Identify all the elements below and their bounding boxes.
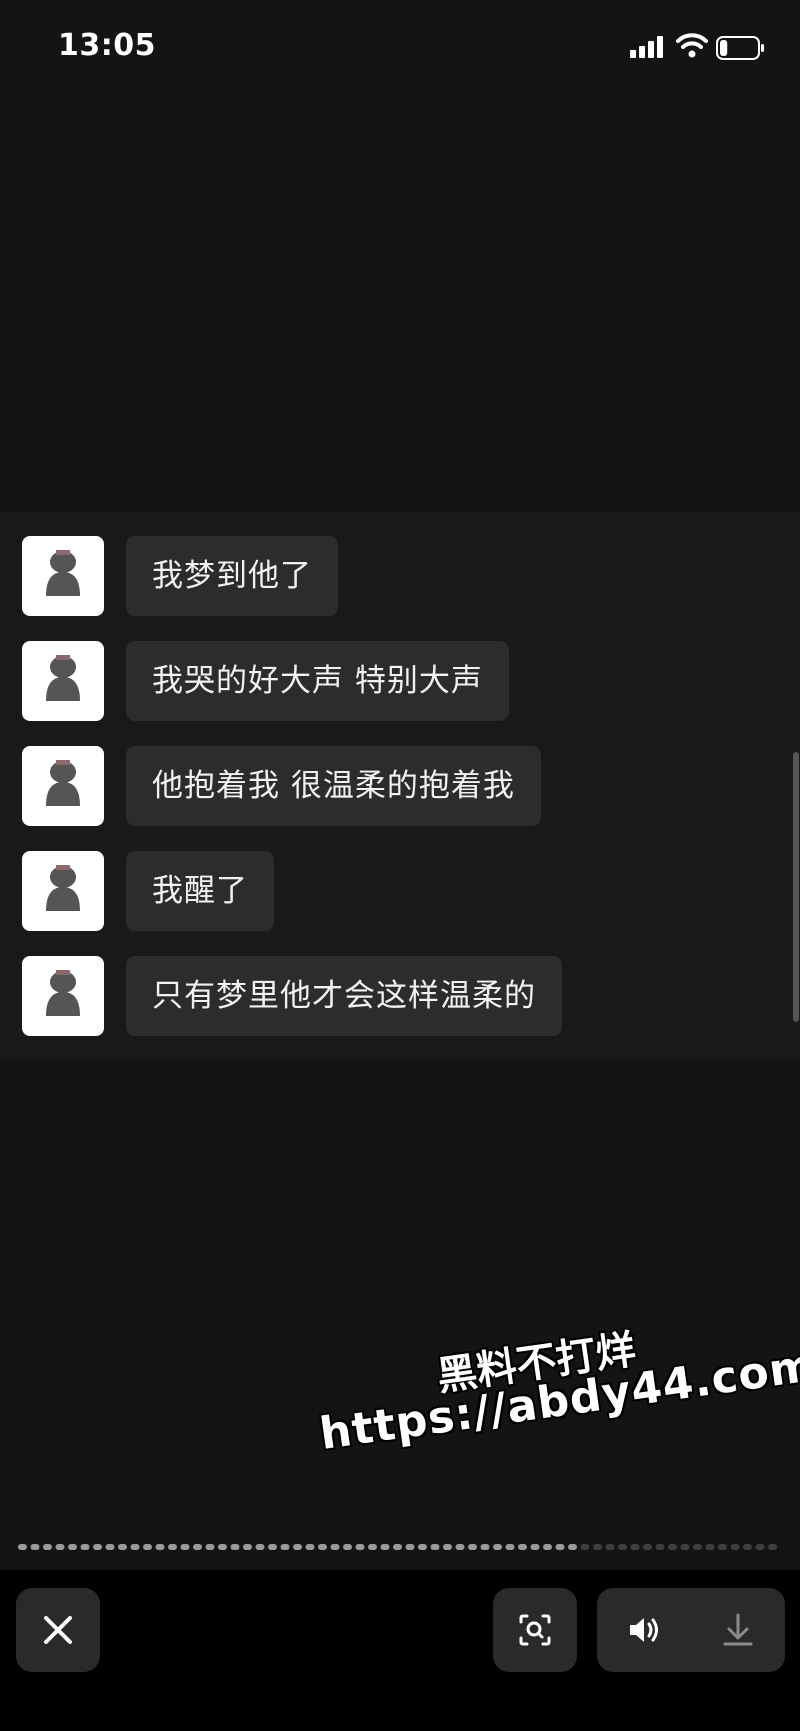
progress-segment-played [518, 1544, 527, 1550]
progress-segment-played [368, 1544, 377, 1550]
progress-segment-played [430, 1544, 440, 1550]
message-bubble: 他抱着我 很温柔的抱着我 [126, 746, 541, 826]
avatar-icon [22, 746, 104, 826]
progress-segment-played [230, 1544, 240, 1550]
close-button[interactable] [16, 1588, 100, 1672]
progress-segment-played [268, 1544, 277, 1550]
message-row: 只有梦里他才会这样温柔的 [0, 956, 800, 1038]
progress-segment-played [68, 1544, 77, 1550]
progress-segment-remaining [593, 1544, 602, 1550]
avatar-icon [22, 641, 104, 721]
progress-segment-played [505, 1544, 515, 1550]
bottom-toolbar [0, 1570, 800, 1731]
avatar-icon [22, 851, 104, 931]
progress-segment-played [530, 1544, 540, 1550]
progress-segment-played [455, 1544, 465, 1550]
progress-segment-played [180, 1544, 190, 1550]
progress-segment-remaining [655, 1544, 665, 1550]
status-time: 13:05 [58, 28, 156, 63]
message-row: 我醒了 [0, 851, 800, 933]
progress-segment-played [55, 1544, 65, 1550]
progress-segment-remaining [693, 1544, 702, 1550]
progress-segment-played [330, 1544, 340, 1550]
progress-segment-played [130, 1544, 140, 1550]
message-row: 我哭的好大声 特别大声 [0, 641, 800, 723]
progress-segment-played [80, 1544, 90, 1550]
progress-segment-played [355, 1544, 365, 1550]
progress-segment-played [218, 1544, 227, 1550]
progress-segment-played [93, 1544, 102, 1550]
progress-segment-played [255, 1544, 265, 1550]
close-icon [44, 1616, 72, 1644]
progress-segment-played [468, 1544, 477, 1550]
progress-segment-remaining [730, 1544, 740, 1550]
avatar-icon [22, 536, 104, 616]
progress-segment-played [205, 1544, 215, 1550]
progress-segment-played [118, 1544, 127, 1550]
progress-segment-played [243, 1544, 252, 1550]
progress-segment-played [30, 1544, 40, 1550]
progress-segment-played [168, 1544, 177, 1550]
progress-segment-played [568, 1544, 577, 1550]
progress-segment-played [493, 1544, 502, 1550]
progress-segment-played [43, 1544, 52, 1550]
progress-segment-remaining [718, 1544, 727, 1550]
scrollbar[interactable] [793, 752, 799, 1022]
progress-segment-played [18, 1544, 27, 1550]
progress-segment-played [280, 1544, 290, 1550]
progress-segment-played [443, 1544, 452, 1550]
progress-segment-played [318, 1544, 327, 1550]
progress-segment-remaining [605, 1544, 615, 1550]
media-controls [597, 1588, 785, 1672]
message-bubble: 只有梦里他才会这样温柔的 [126, 956, 562, 1036]
message-bubble: 我醒了 [126, 851, 274, 931]
message-bubble: 我哭的好大声 特别大声 [126, 641, 509, 721]
progress-segment-played [293, 1544, 302, 1550]
scan-button[interactable] [493, 1588, 577, 1672]
cellular-signal-icon [630, 36, 663, 58]
progress-segment-played [405, 1544, 415, 1550]
progress-segment-played [480, 1544, 490, 1550]
progress-segment-remaining [768, 1544, 777, 1550]
progress-segment-remaining [668, 1544, 677, 1550]
battery-icon [716, 36, 764, 60]
progress-segment-remaining [630, 1544, 640, 1550]
progress-segment-played [343, 1544, 352, 1550]
wifi-icon [676, 33, 708, 58]
progress-segment-played [418, 1544, 427, 1550]
avatar-icon [22, 956, 104, 1036]
progress-segment-played [105, 1544, 115, 1550]
progress-segment-remaining [618, 1544, 627, 1550]
progress-segment-played [380, 1544, 390, 1550]
message-bubble: 我梦到他了 [126, 536, 338, 616]
progress-segment-played [155, 1544, 165, 1550]
progress-segment-remaining [680, 1544, 690, 1550]
progress-segment-remaining [643, 1544, 652, 1550]
chat-screenshot-area: 我梦到他了 我哭的好大声 特别大声 他抱着我 很温柔的抱着我 我醒了 只有梦里他… [0, 512, 800, 1060]
message-row: 我梦到他了 [0, 536, 800, 618]
progress-segment-played [543, 1544, 552, 1550]
download-icon[interactable] [708, 1600, 768, 1660]
progress-segment-played [305, 1544, 315, 1550]
video-progress-bar[interactable] [18, 1544, 782, 1550]
progress-segment-played [143, 1544, 152, 1550]
watermark: 黑料不打烊 https://abdy44.com [310, 1297, 800, 1511]
progress-segment-played [193, 1544, 202, 1550]
scan-icon [519, 1614, 551, 1646]
message-row: 他抱着我 很温柔的抱着我 [0, 746, 800, 828]
progress-segment-remaining [743, 1544, 752, 1550]
progress-segment-played [555, 1544, 565, 1550]
status-bar: 13:05 [0, 0, 800, 100]
progress-segment-remaining [580, 1544, 590, 1550]
progress-segment-remaining [705, 1544, 715, 1550]
volume-icon[interactable] [614, 1600, 674, 1660]
progress-segment-remaining [755, 1544, 765, 1550]
progress-segment-played [393, 1544, 402, 1550]
